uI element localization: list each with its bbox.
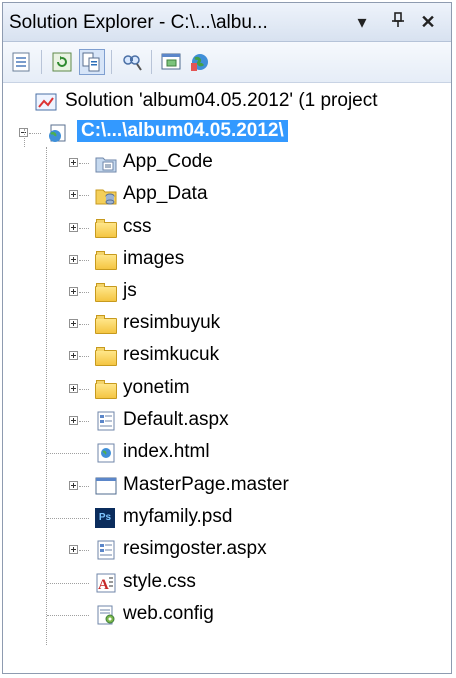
toolbar-separator (111, 50, 112, 74)
show-all-files-icon[interactable] (79, 49, 105, 75)
tree-item-index-html[interactable]: index.html (3, 438, 451, 468)
tree-item-label: myfamily.psd (123, 506, 233, 527)
tree-item-resimbuyuk[interactable]: resimbuyuk (3, 309, 451, 339)
pin-icon[interactable] (387, 11, 409, 33)
solution-label: Solution 'album04.05.2012' (1 project (65, 90, 378, 111)
tree-connector (79, 292, 89, 293)
solution-node[interactable]: Solution 'album04.05.2012' (1 project (3, 87, 451, 117)
properties-icon[interactable] (9, 49, 35, 75)
expand-toggle[interactable] (69, 255, 78, 264)
tree-item-label: MasterPage.master (123, 474, 289, 495)
window-title: Solution Explorer - C:\...\albu... (9, 12, 268, 33)
tree-item-style-css[interactable]: A style.css (3, 568, 451, 598)
dropdown-arrow-icon[interactable]: ▾ (351, 11, 373, 33)
svg-text:A: A (98, 577, 109, 593)
tree-connector (47, 518, 89, 519)
tree-item-app-data[interactable]: App_Data (3, 180, 451, 210)
toolbar-separator (41, 50, 42, 74)
tree-connector (79, 260, 89, 261)
toolbar-separator (151, 50, 152, 74)
web-config-tool-icon[interactable] (187, 49, 213, 75)
tree-connector (79, 421, 89, 422)
tree-item-label: index.html (123, 441, 210, 462)
expand-toggle[interactable] (69, 223, 78, 232)
expand-toggle[interactable] (69, 384, 78, 393)
tree-item-resimkucuk[interactable]: resimkucuk (3, 341, 451, 371)
tree-item-js[interactable]: js (3, 277, 451, 307)
toolbar (3, 42, 451, 83)
web-project-icon (47, 123, 69, 143)
tree-connector (79, 356, 89, 357)
psd-file-icon: Ps (95, 508, 115, 528)
folder-icon (95, 380, 117, 399)
title-bar: Solution Explorer - C:\...\albu... ▾ ✕ (3, 3, 451, 42)
tree-item-images[interactable]: images (3, 245, 451, 275)
solution-explorer-window: Solution Explorer - C:\...\albu... ▾ ✕ S… (2, 2, 452, 674)
folder-icon (95, 219, 117, 238)
refresh-icon[interactable] (49, 49, 75, 75)
css-file-icon: A (95, 573, 117, 593)
tree-item-label: yonetim (123, 377, 190, 398)
project-node[interactable]: C:\...\album04.05.2012\ (3, 118, 451, 148)
data-folder-icon (95, 185, 117, 205)
tree-connector (47, 583, 89, 584)
tree-connector (79, 324, 89, 325)
tree-connector (79, 195, 89, 196)
tree-item-myfamily-psd[interactable]: Ps myfamily.psd (3, 503, 451, 533)
config-file-icon (95, 605, 117, 625)
special-folder-icon (95, 153, 117, 173)
tree-item-label: resimgoster.aspx (123, 538, 267, 559)
view-designer-icon[interactable] (159, 49, 185, 75)
tree-item-label: App_Code (123, 151, 213, 172)
tree-item-label: images (123, 248, 185, 269)
folder-icon (95, 315, 117, 334)
expand-toggle[interactable] (69, 158, 78, 167)
tree-connector (79, 163, 89, 164)
tree-connector (79, 228, 89, 229)
expand-toggle[interactable] (69, 416, 78, 425)
tree-item-app-code[interactable]: App_Code (3, 148, 451, 178)
tree-item-label: resimbuyuk (123, 312, 221, 333)
tree-item-label: css (123, 216, 152, 237)
aspx-file-icon (95, 411, 117, 431)
tree-item-label: style.css (123, 571, 196, 592)
tree-connector (29, 133, 41, 134)
tree-connector (79, 389, 89, 390)
folder-icon (95, 251, 117, 270)
tree-item-label: App_Data (123, 183, 208, 204)
tree-item-web-config[interactable]: web.config (3, 600, 451, 630)
tree-connector (79, 550, 89, 551)
aspx-file-icon (95, 540, 117, 560)
close-icon[interactable]: ✕ (417, 11, 439, 33)
expand-toggle[interactable] (69, 287, 78, 296)
tree-item-label: web.config (123, 603, 214, 624)
expand-toggle[interactable] (69, 351, 78, 360)
expand-toggle[interactable] (69, 319, 78, 328)
folder-icon (95, 347, 117, 366)
find-icon[interactable] (119, 49, 145, 75)
tree-item-label: Default.aspx (123, 409, 229, 430)
tree-connector (24, 129, 25, 147)
tree-item-masterpage[interactable]: MasterPage.master (3, 471, 451, 501)
master-file-icon (95, 476, 117, 496)
tree-item-css[interactable]: css (3, 213, 451, 243)
tree-item-resimgoster-aspx[interactable]: resimgoster.aspx (3, 535, 451, 565)
expand-toggle[interactable] (69, 190, 78, 199)
tree-item-label: js (123, 280, 137, 301)
html-file-icon (95, 443, 117, 463)
folder-icon (95, 283, 117, 302)
tree-item-default-aspx[interactable]: Default.aspx (3, 406, 451, 436)
project-label: C:\...\album04.05.2012\ (77, 120, 288, 142)
tree-connector (47, 453, 89, 454)
expand-toggle[interactable] (69, 481, 78, 490)
tree-item-label: resimkucuk (123, 344, 220, 365)
tree-connector (47, 615, 89, 616)
expand-toggle[interactable] (69, 545, 78, 554)
solution-icon (35, 92, 57, 112)
tree-connector (79, 486, 89, 487)
solution-tree: Solution 'album04.05.2012' (1 project C:… (3, 83, 451, 673)
tree-item-yonetim[interactable]: yonetim (3, 374, 451, 404)
